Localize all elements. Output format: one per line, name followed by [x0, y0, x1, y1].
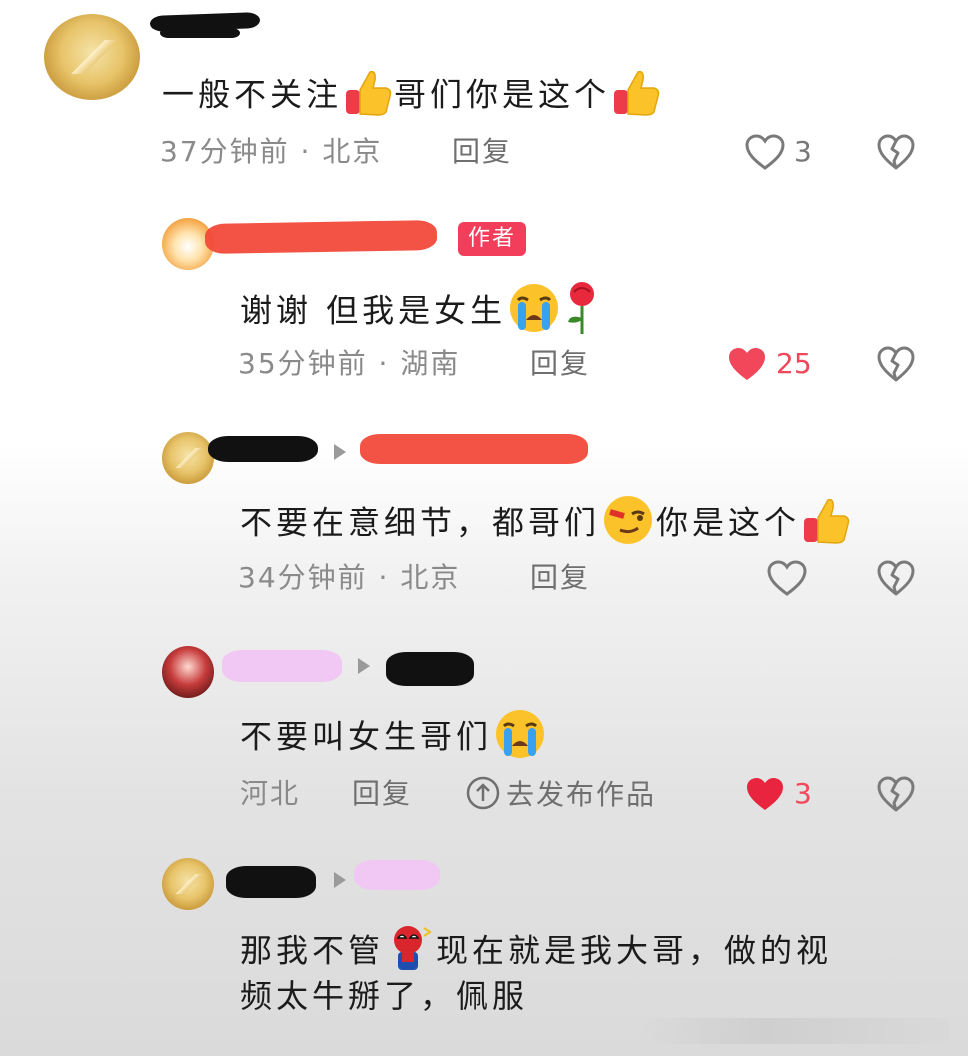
heart-outline-icon — [745, 134, 785, 170]
rose-icon — [562, 280, 602, 345]
like-count: 3 — [794, 777, 812, 810]
thumbs-up-icon — [610, 66, 662, 127]
dislike-button[interactable] — [876, 133, 916, 175]
comment-text-part2: 哥们你是这个 — [394, 75, 611, 114]
thumbs-up-icon — [800, 494, 852, 555]
reply-button[interactable]: 回复 — [530, 346, 590, 382]
redacted-username[interactable] — [204, 219, 438, 255]
comment-text-part1: 不要在意细节，都哥们 — [240, 503, 601, 542]
comment-text: 谢谢 但我是女生 — [240, 280, 602, 345]
broken-heart-icon — [877, 346, 915, 382]
reply-button[interactable]: 回复 — [352, 776, 412, 812]
spiderman-icon — [384, 922, 436, 983]
avatar[interactable] — [162, 858, 214, 910]
comment-text-part1: 那我不管 — [240, 931, 385, 970]
smirk-face-icon — [600, 494, 656, 555]
comment-text: 那我不管 现在就是我大哥，做的视 — [240, 922, 832, 983]
like-button[interactable] — [744, 133, 786, 175]
broken-heart-icon — [877, 560, 915, 596]
like-count: 3 — [794, 135, 812, 168]
avatar[interactable] — [162, 646, 214, 698]
broken-heart-icon — [877, 134, 915, 170]
like-button[interactable] — [726, 345, 768, 387]
avatar[interactable] — [44, 14, 140, 100]
heart-outline-icon — [767, 560, 807, 596]
like-count: 25 — [776, 347, 812, 380]
heart-filled-icon — [747, 778, 783, 810]
broken-heart-icon — [877, 776, 915, 812]
reply-arrow-icon — [334, 444, 346, 460]
dislike-button[interactable] — [876, 559, 916, 601]
comment-text-part2: 现在就是我大哥，做的视 — [436, 931, 833, 970]
loudly-crying-face-icon — [492, 708, 548, 769]
reply-arrow-icon — [358, 658, 370, 674]
redacted-reply-target[interactable] — [354, 860, 440, 890]
publish-label: 去发布作品 — [506, 778, 657, 811]
upload-arrow-icon — [466, 776, 500, 810]
redacted-reply-target[interactable] — [360, 434, 588, 464]
comment-text-part2: 你是这个 — [656, 503, 801, 542]
redacted-reply-target[interactable] — [386, 652, 474, 686]
author-badge: 作者 — [458, 222, 527, 256]
like-button[interactable] — [744, 775, 786, 817]
comment-text-part1: 一般不关注 — [162, 75, 343, 114]
redacted-username[interactable] — [222, 650, 342, 682]
avatar[interactable] — [162, 432, 214, 484]
redacted-username[interactable] — [226, 866, 316, 898]
comment-location: 河北 — [240, 777, 301, 810]
loudly-crying-face-icon — [506, 282, 562, 343]
reply-button[interactable]: 回复 — [530, 560, 590, 596]
comment-time-location: 37分钟前 · 北京 — [160, 135, 383, 168]
comment-text: 一般不关注 哥们你是这个 — [162, 66, 662, 127]
comment-time-location: 35分钟前 · 湖南 — [238, 347, 461, 380]
reply-button[interactable]: 回复 — [452, 134, 512, 170]
watermark — [640, 1018, 950, 1044]
comment-text: 不要叫女生哥们 — [240, 708, 548, 769]
publish-work-button[interactable]: 去发布作品 — [466, 776, 656, 813]
comment-text-part1: 谢谢 但我是女生 — [240, 291, 507, 330]
dislike-button[interactable] — [876, 775, 916, 817]
thumbs-up-icon — [342, 66, 394, 127]
reply-arrow-icon — [334, 872, 346, 888]
comment-text-line2: 频太牛掰了，佩服 — [240, 977, 529, 1015]
redacted-username[interactable] — [208, 436, 318, 462]
dislike-button[interactable] — [876, 345, 916, 387]
comment-text-part1: 不要叫女生哥们 — [240, 717, 493, 756]
heart-filled-icon — [729, 348, 765, 380]
redacted-username-stroke — [160, 28, 240, 38]
comment-time-location: 34分钟前 · 北京 — [238, 561, 461, 594]
like-button[interactable] — [766, 559, 808, 601]
comment-text: 不要在意细节，都哥们 你是这个 — [240, 494, 852, 555]
